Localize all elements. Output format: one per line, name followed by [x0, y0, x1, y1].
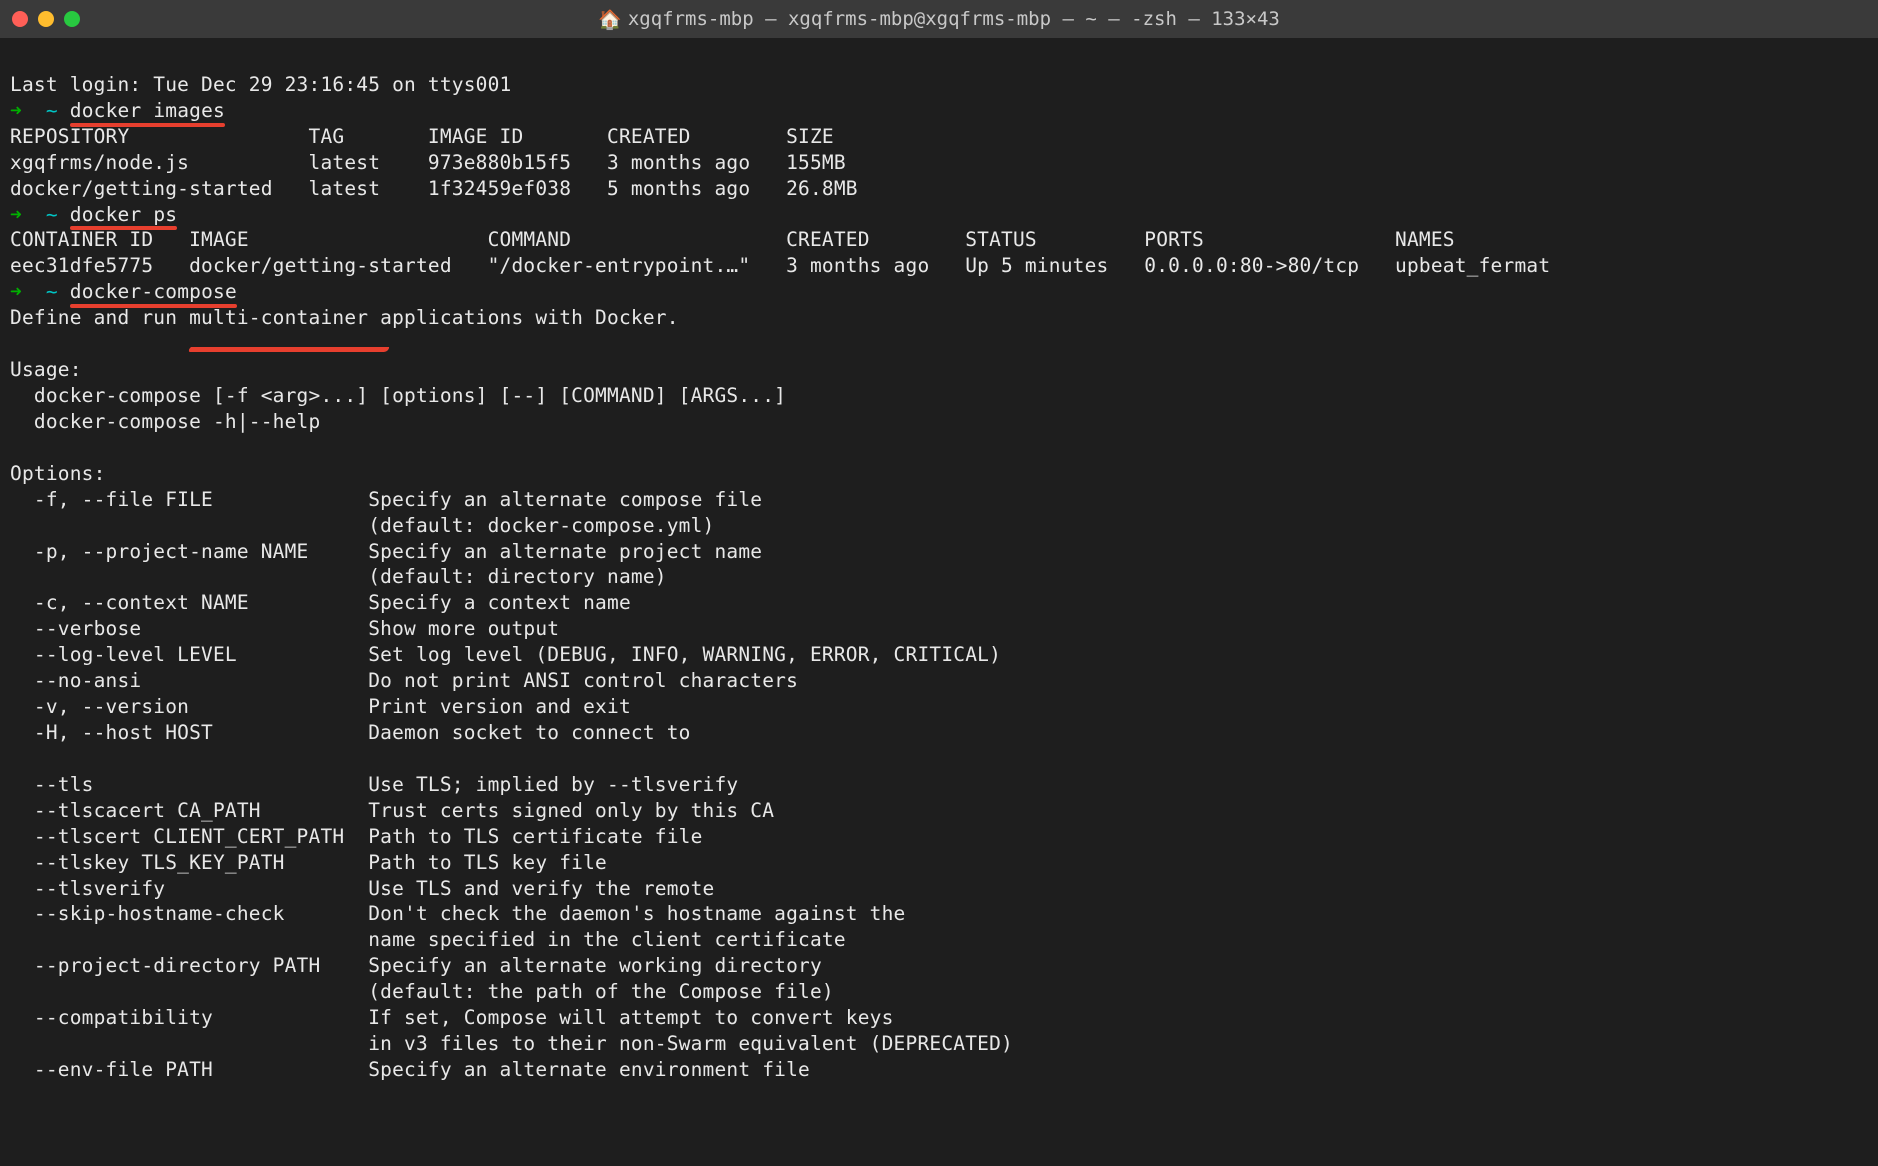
images-row: docker/getting-started latest 1f32459ef0… [10, 177, 858, 200]
minimize-icon[interactable] [38, 11, 54, 27]
option-line: --no-ansi Do not print ANSI control char… [10, 669, 798, 692]
option-line: -f, --file FILE Specify an alternate com… [10, 488, 762, 511]
ps-header: CONTAINER ID IMAGE COMMAND CREATED STATU… [10, 228, 1455, 251]
prompt-tilde: ~ [46, 99, 58, 122]
command-docker-ps: docker ps [70, 202, 177, 228]
option-line: --project-directory PATH Specify an alte… [10, 954, 822, 977]
compose-description: Define and run multi-container applicati… [10, 306, 679, 329]
prompt-tilde: ~ [46, 280, 58, 303]
prompt-arrow: ➜ [10, 280, 22, 303]
option-line: --tlsverify Use TLS and verify the remot… [10, 877, 714, 900]
terminal-title-bar: 🏠 xgqfrms-mbp — xgqfrms-mbp@xgqfrms-mbp … [0, 0, 1878, 38]
option-line: --tlscacert CA_PATH Trust certs signed o… [10, 799, 774, 822]
annotation-underline [189, 346, 390, 352]
option-line: --skip-hostname-check Don't check the da… [10, 902, 906, 925]
option-line: -v, --version Print version and exit [10, 695, 631, 718]
images-header: REPOSITORY TAG IMAGE ID CREATED SIZE [10, 125, 834, 148]
option-line: (default: docker-compose.yml) [10, 514, 714, 537]
last-login-line: Last login: Tue Dec 29 23:16:45 on ttys0… [10, 73, 511, 96]
usage-line: docker-compose [-f <arg>...] [options] [… [10, 384, 786, 407]
home-icon: 🏠 [598, 8, 622, 31]
option-line: in v3 files to their non-Swarm equivalen… [10, 1032, 1013, 1055]
option-line: --tlskey TLS_KEY_PATH Path to TLS key fi… [10, 851, 607, 874]
window-title: 🏠 xgqfrms-mbp — xgqfrms-mbp@xgqfrms-mbp … [598, 8, 1280, 31]
usage-line: docker-compose -h|--help [10, 410, 320, 433]
usage-label: Usage: [10, 358, 82, 381]
option-line: --log-level LEVEL Set log level (DEBUG, … [10, 643, 1001, 666]
option-line: -H, --host HOST Daemon socket to connect… [10, 721, 691, 744]
maximize-icon[interactable] [64, 11, 80, 27]
window-title-text: xgqfrms-mbp — xgqfrms-mbp@xgqfrms-mbp — … [628, 8, 1280, 30]
close-icon[interactable] [12, 11, 28, 27]
prompt-arrow: ➜ [10, 99, 22, 122]
prompt-arrow: ➜ [10, 203, 22, 226]
option-line: --tls Use TLS; implied by --tlsverify [10, 773, 738, 796]
option-line: -c, --context NAME Specify a context nam… [10, 591, 631, 614]
option-line: --tlscert CLIENT_CERT_PATH Path to TLS c… [10, 825, 703, 848]
options-label: Options: [10, 462, 106, 485]
images-row: xgqfrms/node.js latest 973e880b15f5 3 mo… [10, 151, 846, 174]
option-line: --env-file PATH Specify an alternate env… [10, 1058, 810, 1081]
command-docker-compose: docker-compose [70, 279, 237, 305]
ps-row: eec31dfe5775 docker/getting-started "/do… [10, 254, 1550, 277]
option-line: -p, --project-name NAME Specify an alter… [10, 540, 762, 563]
window-controls [12, 11, 80, 27]
option-line: --compatibility If set, Compose will att… [10, 1006, 894, 1029]
option-line: name specified in the client certificate [10, 928, 846, 951]
option-line: (default: directory name) [10, 565, 667, 588]
terminal-output[interactable]: Last login: Tue Dec 29 23:16:45 on ttys0… [0, 38, 1878, 1091]
option-line: (default: the path of the Compose file) [10, 980, 834, 1003]
command-docker-images: docker images [70, 98, 225, 124]
prompt-tilde: ~ [46, 203, 58, 226]
option-line: --verbose Show more output [10, 617, 559, 640]
